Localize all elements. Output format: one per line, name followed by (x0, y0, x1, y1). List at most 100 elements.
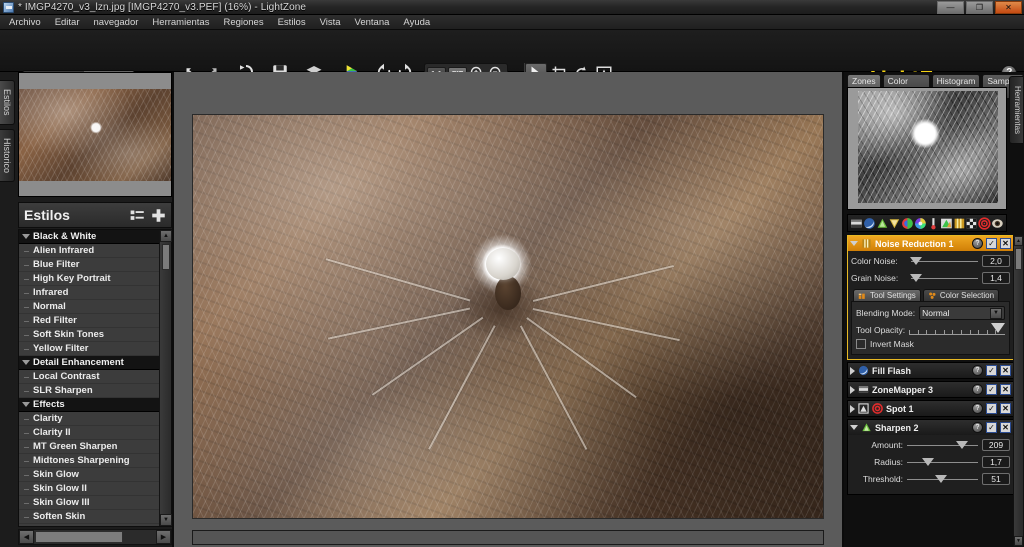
list-item[interactable]: MT Green Sharpen (19, 440, 159, 454)
tool-enable-checkbox[interactable]: ✓ (986, 422, 997, 433)
canvas-horizontal-scrollbar[interactable] (192, 530, 824, 545)
styles-list[interactable]: Black & White Alien Infrared Blue Filter… (19, 230, 159, 526)
tool-help-button[interactable]: ? (972, 238, 983, 249)
menu-regiones[interactable]: Regiones (216, 16, 270, 29)
opacity-knob[interactable] (991, 323, 1005, 333)
tool-enable-checkbox[interactable]: ✓ (986, 403, 997, 414)
close-button[interactable]: ✕ (995, 1, 1022, 14)
styles-horizontal-scrollbar[interactable]: ◀ ▶ (18, 529, 172, 545)
color-balance-icon[interactable] (901, 217, 914, 230)
slider-knob[interactable] (935, 475, 947, 483)
tool-enable-checkbox[interactable]: ✓ (986, 238, 997, 249)
styles-group-header[interactable]: Black & White (19, 230, 159, 244)
red-eye-icon[interactable] (991, 217, 1004, 230)
slider-track[interactable] (907, 458, 978, 467)
list-item[interactable]: Local Contrast (19, 370, 159, 384)
tool-remove-button[interactable]: ✕ (1000, 384, 1011, 395)
blur-icon[interactable] (888, 217, 901, 230)
gradient-icon[interactable] (940, 217, 953, 230)
tool-remove-button[interactable]: ✕ (1000, 365, 1011, 376)
chevron-right-icon[interactable] (850, 386, 855, 394)
fill-flash-icon[interactable] (863, 217, 876, 230)
chevron-down-icon[interactable] (850, 241, 858, 246)
sharpen-icon[interactable] (876, 217, 889, 230)
list-item[interactable]: Soften Skin II (19, 524, 159, 526)
tool-help-button[interactable]: ? (972, 384, 983, 395)
zones-preview[interactable] (847, 87, 1007, 210)
tool-enable-checkbox[interactable]: ✓ (986, 384, 997, 395)
noise-reduction-icon[interactable] (953, 217, 966, 230)
menu-ventana[interactable]: Ventana (348, 16, 397, 29)
slider-knob[interactable] (910, 274, 922, 282)
list-item[interactable]: Soft Skin Tones (19, 328, 159, 342)
tool-help-button[interactable]: ? (972, 422, 983, 433)
tool-opacity-slider[interactable] (909, 324, 1005, 335)
list-item[interactable]: Skin Glow II (19, 482, 159, 496)
scroll-down-button[interactable]: ▼ (1014, 536, 1023, 546)
slider-value[interactable]: 51 (982, 473, 1010, 485)
list-item[interactable]: High Key Portrait (19, 272, 159, 286)
menu-vista[interactable]: Vista (313, 16, 348, 29)
slider-knob[interactable] (910, 257, 922, 265)
list-item[interactable]: Soften Skin (19, 510, 159, 524)
white-balance-icon[interactable] (927, 217, 940, 230)
spider-photo-canvas[interactable] (192, 114, 824, 519)
list-item[interactable]: Alien Infrared (19, 244, 159, 258)
scroll-up-button[interactable]: ▲ (1014, 236, 1023, 246)
plus-icon[interactable] (151, 208, 166, 223)
spot-icon[interactable] (978, 217, 991, 230)
styles-group-header[interactable]: Detail Enhancement (19, 356, 159, 370)
tool-header[interactable]: Spot 1 ? ✓ ✕ (848, 401, 1013, 416)
list-item[interactable]: Clarity II (19, 426, 159, 440)
scroll-up-button[interactable]: ▲ (160, 230, 172, 242)
tool-header[interactable]: ZoneMapper 3 ? ✓ ✕ (848, 382, 1013, 397)
list-item[interactable]: Red Filter (19, 314, 159, 328)
menu-navegador[interactable]: navegador (87, 16, 146, 29)
slider-value[interactable]: 1,4 (982, 272, 1010, 284)
tool-stack-scrollbar[interactable]: ▲ ▼ (1013, 235, 1024, 547)
menu-herramientas[interactable]: Herramientas (145, 16, 216, 29)
list-item[interactable]: Yellow Filter (19, 342, 159, 356)
sidebar-tab-historico[interactable]: Historico (0, 129, 15, 182)
sidebar-tab-estilos[interactable]: Estilos (0, 80, 15, 125)
slider-value[interactable]: 209 (982, 439, 1010, 451)
scroll-right-button[interactable]: ▶ (156, 530, 171, 544)
scroll-down-button[interactable]: ▼ (160, 514, 172, 526)
sidebar-tab-herramientas[interactable]: Herramientas (1009, 76, 1023, 144)
chevron-right-icon[interactable] (850, 405, 855, 413)
invert-mask-checkbox[interactable] (856, 339, 866, 349)
list-item[interactable]: Blue Filter (19, 258, 159, 272)
list-view-icon[interactable] (130, 209, 145, 222)
tool-remove-button[interactable]: ✕ (1000, 238, 1011, 249)
slider-value[interactable]: 1,7 (982, 456, 1010, 468)
slider-track[interactable] (907, 441, 978, 450)
tab-color-selection[interactable]: Color Selection (923, 289, 999, 301)
chevron-right-icon[interactable] (850, 367, 855, 375)
invert-mask-row[interactable]: Invert Mask (856, 339, 1005, 349)
slider-track[interactable] (907, 475, 978, 484)
menu-ayuda[interactable]: Ayuda (396, 16, 437, 29)
list-item[interactable]: Normal (19, 300, 159, 314)
tool-header[interactable]: Sharpen 2 ? ✓ ✕ (848, 420, 1013, 435)
menu-editar[interactable]: Editar (48, 16, 87, 29)
styles-group-header[interactable]: Effects (19, 398, 159, 412)
tool-enable-checkbox[interactable]: ✓ (986, 365, 997, 376)
list-item[interactable]: Midtones Sharpening (19, 454, 159, 468)
slider-track[interactable] (911, 274, 978, 283)
tool-header[interactable]: Noise Reduction 1 ? ✓ ✕ (848, 236, 1013, 251)
scroll-left-button[interactable]: ◀ (19, 530, 34, 544)
scrollbar-thumb[interactable] (1015, 248, 1022, 270)
clone-icon[interactable] (965, 217, 978, 230)
tab-tool-settings[interactable]: Tool Settings (853, 289, 921, 301)
navigator-preview[interactable] (18, 72, 172, 197)
styles-vertical-scrollbar[interactable]: ▲ ▼ (159, 230, 171, 526)
scrollbar-thumb[interactable] (162, 244, 170, 270)
tool-help-button[interactable]: ? (972, 403, 983, 414)
chevron-down-icon[interactable]: ▼ (990, 308, 1002, 319)
slider-knob[interactable] (956, 441, 968, 449)
list-item[interactable]: Skin Glow (19, 468, 159, 482)
minimize-button[interactable]: — (937, 1, 964, 14)
menu-estilos[interactable]: Estilos (271, 16, 313, 29)
hscrollbar-thumb[interactable] (35, 531, 123, 543)
list-item[interactable]: Clarity (19, 412, 159, 426)
